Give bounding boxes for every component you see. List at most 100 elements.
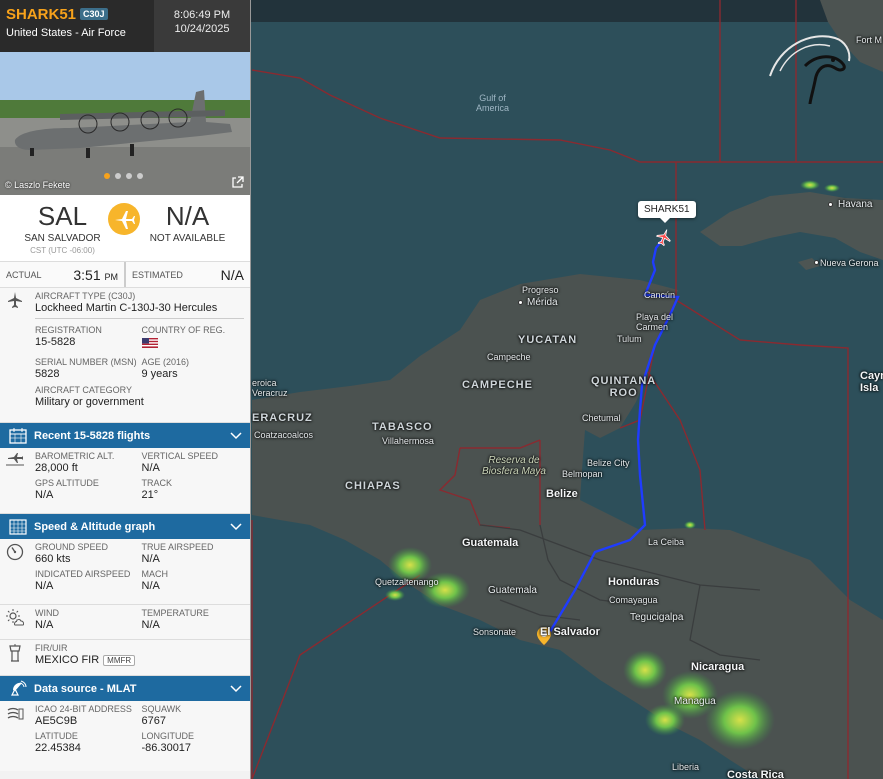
header-datetime: 8:06:49 PM 10/24/2025 [154, 0, 250, 52]
category-label: AIRCRAFT CATEGORY [35, 385, 133, 395]
data-source-label: Data source - MLAT [34, 682, 137, 695]
map-label-campeche: CAMPECHE [462, 379, 533, 391]
fir-label: FIR/UIR [35, 643, 68, 653]
map-label-belmopan: Belmopan [562, 469, 603, 479]
signal-waves-icon [7, 707, 23, 720]
squawk-label: SQUAWK [141, 704, 182, 714]
track-label: TRACK [141, 478, 173, 488]
carousel-dot[interactable] [115, 173, 121, 179]
indicated-airspeed-label: INDICATED AIRSPEED [35, 569, 131, 579]
actual-suffix: PM [104, 271, 119, 282]
map-label-chetumal: Chetumal [582, 413, 621, 423]
track-value: 21° [141, 489, 159, 501]
map-label-managua: Managua [674, 696, 716, 707]
aircraft-callsign-tag[interactable]: SHARK51 [638, 201, 696, 223]
ground-speed-label: GROUND SPEED [35, 542, 109, 552]
temperature-label: TEMPERATURE [141, 608, 209, 618]
origin-timezone: CST (UTC -06:00) [30, 246, 95, 255]
carousel-dot[interactable] [137, 173, 143, 179]
external-link-icon[interactable] [231, 176, 244, 189]
mach-value: N/A [141, 580, 160, 592]
map-label-comayagua: Comayagua [609, 595, 658, 605]
altitude-section: BAROMETRIC ALT. 28,000 ft VERTICAL SPEED N… [0, 448, 250, 514]
map-label-campeche-city: Campeche [487, 352, 531, 362]
map-label-biosfera: Reserva de Biosfera Maya [482, 455, 546, 477]
speedometer-icon [6, 543, 23, 561]
map-label-progreso: Progreso [522, 285, 559, 295]
airplane-icon [108, 203, 140, 235]
fir-value: MEXICO FIR [35, 654, 100, 666]
carousel-dot[interactable] [126, 173, 132, 179]
map-label-coatzacoalcos: Coatzacoalcos [254, 430, 314, 440]
weather-section: WIND N/A TEMPERATURE N/A [0, 605, 250, 640]
vertical-speed-label: VERTICAL SPEED [141, 451, 219, 461]
registration-value[interactable]: 15-5828 [35, 336, 138, 348]
chevron-down-icon [230, 684, 242, 692]
map-label-cancun: Cancún [644, 290, 676, 300]
temperature-value: N/A [141, 619, 160, 631]
actual-label: ACTUAL [6, 269, 42, 280]
carousel-dot[interactable] [104, 173, 110, 179]
longitude-value: -86.30017 [141, 742, 192, 754]
aircraft-type-value[interactable]: Lockheed Martin C-130J-30 Hercules [35, 302, 244, 319]
map-label-merida: Mérida [527, 297, 558, 308]
photo-credit[interactable]: © Laszlo Fekete [5, 180, 70, 190]
actual-time: 3:51 [73, 266, 101, 283]
calendar-icon [9, 427, 27, 444]
map-label-nicaragua: Nicaragua [691, 661, 745, 673]
map-label-heroica: eroica Veracruz [252, 378, 288, 398]
indicated-airspeed-value: N/A [35, 580, 54, 592]
aircraft-type-badge[interactable]: C30J [80, 8, 108, 20]
origin-name: SAN SALVADOR [24, 233, 101, 244]
map-label-nueva-gerona: Nueva Gerona [820, 258, 879, 268]
recent-flights-label: Recent 15-5828 flights [34, 429, 151, 442]
map-label-la-ceiba: La Ceiba [648, 537, 685, 547]
icao-label: ICAO 24-BIT ADDRESS [35, 704, 132, 714]
age-value: 9 years [141, 368, 178, 380]
recent-flights-bar[interactable]: Recent 15-5828 flights [0, 423, 250, 448]
map-label-guatemala-city: Guatemala [488, 585, 537, 596]
baro-alt-value: 28,000 ft [35, 462, 78, 474]
chevron-down-icon [230, 431, 242, 439]
true-airspeed-value: N/A [141, 553, 160, 565]
speed-altitude-graph-bar[interactable]: Speed & Altitude graph [0, 514, 250, 539]
operator-name[interactable]: United States - Air Force [6, 27, 148, 39]
msn-value: 5828 [35, 368, 60, 380]
ground-speed-value: 660 kts [35, 553, 71, 565]
map-label-tegucigalpa: Tegucigalpa [630, 612, 684, 623]
squawk-value: 6767 [141, 715, 166, 727]
chevron-down-icon [230, 522, 242, 530]
map-label-guatemala: Guatemala [462, 537, 519, 549]
destination-name: NOT AVAILABLE [149, 233, 226, 244]
map-label-tulum: Tulum [617, 334, 642, 344]
panel-header: SHARK51 C30J United States - Air Force 8:… [0, 0, 250, 52]
map-label-chiapas: CHIAPAS [345, 480, 401, 492]
map-label-fort-myers: Fort M [856, 35, 882, 45]
map-label-cayman: Cayn Isla [860, 370, 883, 394]
transponder-section: ICAO 24-BIT ADDRESS AE5C9B SQUAWK 6767 LAT… [0, 701, 250, 771]
photo-carousel-dots[interactable] [104, 173, 143, 179]
flight-info-panel: SHARK51 C30J United States - Air Force 8:… [0, 0, 251, 779]
destination-airport[interactable]: N/A NOT AVAILABLE [125, 195, 250, 261]
longitude-label: LONGITUDE [141, 731, 195, 741]
aircraft-section: AIRCRAFT TYPE (C30J) Lockheed Martin C-1… [0, 288, 250, 423]
msn-label: SERIAL NUMBER (MSN) [35, 357, 137, 367]
wind-value: N/A [35, 619, 54, 631]
true-airspeed-label: TRUE AIRSPEED [141, 542, 214, 552]
map-label-belize: Belize [546, 488, 578, 500]
altitude-icon [5, 453, 24, 466]
speed-section: GROUND SPEED 660 kts TRUE AIRSPEED N/A IND… [0, 539, 250, 605]
fir-section: FIR/UIR MEXICO FIR MMFR [0, 640, 250, 676]
map-label-tabasco: TABASCO [372, 421, 433, 433]
aircraft-marker-icon[interactable] [655, 228, 673, 246]
aircraft-photo[interactable]: © Laszlo Fekete [0, 52, 250, 195]
control-tower-icon [8, 644, 21, 662]
country-label: COUNTRY OF REG. [141, 325, 226, 335]
origin-airport[interactable]: SAL SAN SALVADOR CST (UTC -06:00) [0, 195, 125, 261]
plane-icon [7, 292, 22, 308]
latitude-label: LATITUDE [35, 731, 78, 741]
baro-alt-label: BAROMETRIC ALT. [35, 451, 115, 461]
us-flag-icon [141, 338, 158, 348]
data-source-bar[interactable]: Data source - MLAT [0, 676, 250, 701]
map-label-belize-city: Belize City [587, 458, 630, 468]
